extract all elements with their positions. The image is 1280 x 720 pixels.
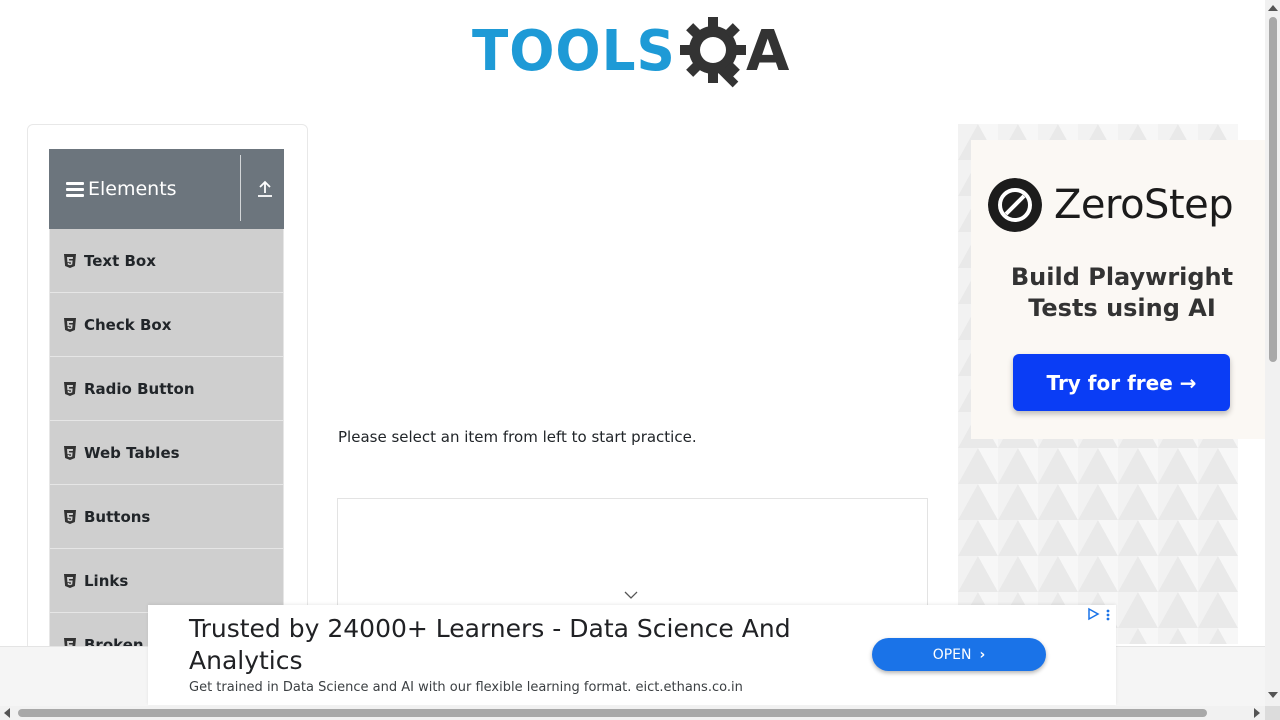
html5-icon [64, 573, 76, 588]
scrollbar-corner [1265, 706, 1280, 720]
gear-q-icon [680, 17, 746, 88]
open-button-label: OPEN [932, 646, 972, 663]
menu-item-label: Radio Button [84, 379, 195, 398]
group-title: Elements [88, 178, 177, 200]
logo-suffix: A [746, 19, 790, 84]
tagline-line-1: Build Playwright [1010, 263, 1234, 291]
menu-item-label: Web Tables [84, 443, 180, 462]
menu-item-label: Links [84, 571, 129, 590]
banner-subtext: Get trained in Data Science and AI with … [189, 680, 743, 695]
menu-item-radio-button[interactable]: Radio Button [49, 357, 284, 421]
upload-icon[interactable] [256, 179, 274, 199]
menu-item-label: Text Box [84, 251, 156, 270]
zerostep-logo-icon [988, 178, 1042, 232]
html5-icon [64, 509, 76, 524]
more-options-icon[interactable] [1106, 608, 1110, 622]
zerostep-brand: ZeroStep [1054, 182, 1234, 228]
try-for-free-button[interactable]: Try for free → [1013, 354, 1230, 411]
menu-item-buttons[interactable]: Buttons [49, 485, 284, 549]
menu-item-links[interactable]: Links [49, 549, 284, 613]
elements-group-header[interactable]: Elements [49, 149, 284, 229]
vertical-scroll-thumb[interactable] [1269, 17, 1277, 362]
tagline-line-2: Tests using AI [1028, 294, 1216, 322]
html5-icon [64, 253, 76, 268]
header-divider [240, 155, 241, 221]
chevron-right-icon: › [979, 646, 986, 663]
vertical-scrollbar[interactable] [1265, 0, 1280, 706]
html5-icon [64, 317, 76, 332]
scroll-up-icon[interactable] [1268, 5, 1278, 11]
menu-item-web-tables[interactable]: Web Tables [49, 421, 284, 485]
horizontal-scrollbar[interactable] [0, 706, 1265, 720]
menu-item-check-box[interactable]: Check Box [49, 293, 284, 357]
hamburger-icon [66, 181, 84, 197]
open-button[interactable]: OPEN › [872, 638, 1046, 671]
scroll-right-icon[interactable] [1254, 708, 1260, 718]
scroll-down-icon[interactable] [1268, 692, 1278, 698]
menu-item-text-box[interactable]: Text Box [49, 229, 284, 293]
instructions-text: Please select an item from left to start… [338, 428, 697, 446]
html5-icon [64, 381, 76, 396]
horizontal-scroll-thumb[interactable] [18, 709, 1207, 717]
adchoices-icon[interactable] [1086, 607, 1100, 621]
logo-text: TOOLS [472, 19, 676, 84]
zerostep-tagline: Build Playwright Tests using AI [978, 262, 1266, 324]
toolsqa-logo[interactable]: TOOLS A [472, 14, 802, 94]
menu-item-label: Check Box [84, 315, 172, 334]
scroll-left-icon[interactable] [4, 708, 10, 718]
html5-icon [64, 445, 76, 460]
bottom-banner-ad[interactable]: Trusted by 24000+ Learners - Data Scienc… [148, 605, 1116, 705]
chevron-down-icon[interactable] [624, 590, 638, 600]
menu-item-label: Buttons [84, 507, 151, 526]
banner-headline[interactable]: Trusted by 24000+ Learners - Data Scienc… [189, 613, 829, 677]
